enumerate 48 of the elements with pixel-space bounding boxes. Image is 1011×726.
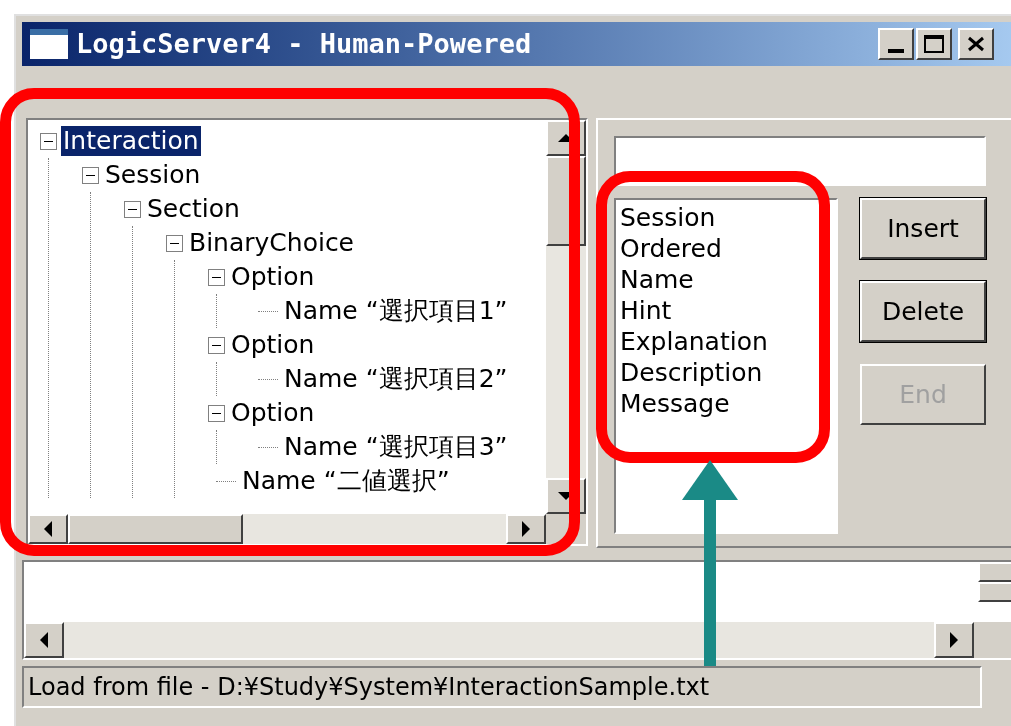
tree-item[interactable]: Option [229,398,317,428]
close-button[interactable] [958,28,994,60]
tree-item[interactable]: Name “選択項目3” [282,432,510,462]
tree-item[interactable]: BinaryChoice [187,228,356,258]
collapse-icon[interactable] [166,234,183,252]
scroll-right-button[interactable] [934,622,974,658]
scroll-right-button[interactable] [506,514,546,544]
window-title: LogicServer4 - Human-Powered [76,26,532,61]
arrow-icon [950,632,958,648]
output-area[interactable] [22,560,1011,660]
list-item[interactable]: Message [620,388,836,419]
arrow-icon [44,521,52,537]
list-item[interactable]: Explanation [620,326,836,357]
tree-item[interactable]: Name “二値選択” [240,466,452,496]
list-item[interactable]: Hint [620,295,836,326]
delete-button[interactable]: Delete [860,281,986,342]
list-item[interactable]: Session [620,202,836,233]
arrow-icon [40,632,48,648]
tree-item[interactable]: Option [229,262,317,292]
scroll-down-button[interactable] [978,582,1011,602]
collapse-icon[interactable] [208,268,225,286]
status-text: Load from file - D:¥Study¥System¥InteractionSample.txt [28,672,710,703]
collapse-icon[interactable] [208,336,225,354]
scroll-up-button[interactable] [978,562,1011,582]
arrow-icon [522,521,530,537]
list-box[interactable]: Session Ordered Name Hint Explanation Description Message [614,198,838,534]
tree-item[interactable]: Interaction [61,126,201,156]
list-item[interactable]: Name [620,264,836,295]
list-item[interactable]: Description [620,357,836,388]
tree-item[interactable]: Option [229,330,317,360]
collapse-icon[interactable] [82,166,99,184]
window-icon [30,29,68,59]
scroll-thumb[interactable] [68,514,243,544]
collapse-icon[interactable] [124,200,141,218]
close-icon [967,36,985,52]
list-item[interactable]: Ordered [620,233,836,264]
scroll-left-button[interactable] [24,622,64,658]
maximize-button[interactable] [916,28,952,60]
tree-item[interactable]: Name “選択項目1” [282,296,510,326]
collapse-icon[interactable] [40,132,57,150]
minimize-button[interactable] [878,28,914,60]
insert-button[interactable]: Insert [860,198,986,259]
tree-item[interactable]: Session [103,160,203,190]
scroll-left-button[interactable] [28,514,68,544]
tree-item[interactable]: Name “選択項目2” [282,364,510,394]
tree-item[interactable]: Section [145,194,242,224]
collapse-icon[interactable] [208,404,225,422]
scrollbar-corner [974,622,1011,658]
